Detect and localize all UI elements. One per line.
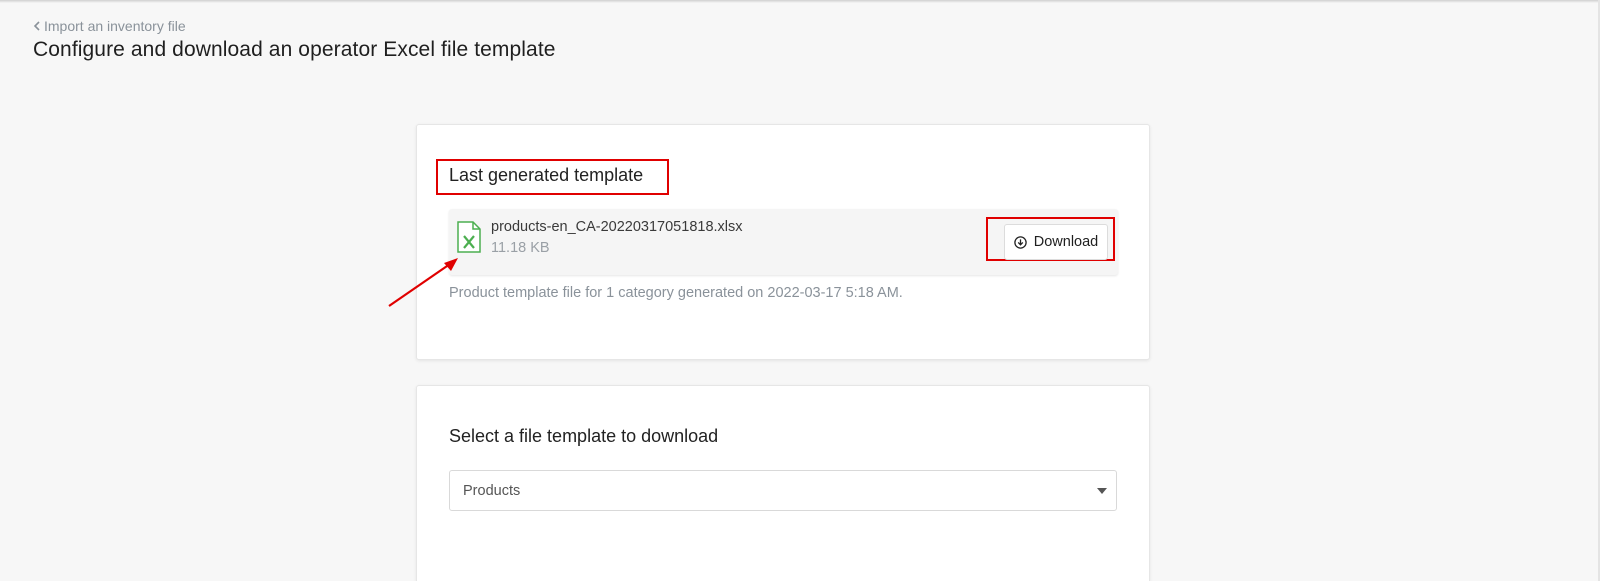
file-size: 11.18 KB	[491, 240, 550, 256]
select-template-card: Select a file template to download Produ…	[416, 385, 1150, 581]
file-name[interactable]: products-en_CA-20220317051818.xlsx	[491, 219, 743, 235]
download-button-label: Download	[1033, 234, 1099, 250]
top-shadow	[0, 0, 1600, 3]
template-type-select[interactable]: Products	[449, 470, 1117, 511]
chevron-down-icon	[1097, 488, 1107, 494]
download-circle-icon	[1014, 235, 1027, 249]
select-value: Products	[463, 483, 521, 499]
back-link[interactable]: Import an inventory file	[33, 18, 556, 34]
section-title-select-template: Select a file template to download	[449, 426, 719, 446]
page-header: Import an inventory file Configure and d…	[33, 18, 556, 62]
chevron-left-icon	[33, 21, 40, 31]
section-title-last-generated: Last generated template	[449, 165, 644, 185]
download-button[interactable]: Download	[1004, 224, 1108, 260]
last-generated-card: Last generated template products-en_CA-2…	[416, 124, 1150, 360]
excel-file-icon	[456, 221, 482, 258]
annotation-arrow-icon	[388, 258, 458, 307]
file-item: products-en_CA-20220317051818.xlsx 11.18…	[449, 209, 1118, 275]
back-link-label: Import an inventory file	[44, 18, 186, 34]
page-title: Configure and download an operator Excel…	[33, 38, 556, 61]
file-caption: Product template file for 1 category gen…	[449, 285, 903, 301]
